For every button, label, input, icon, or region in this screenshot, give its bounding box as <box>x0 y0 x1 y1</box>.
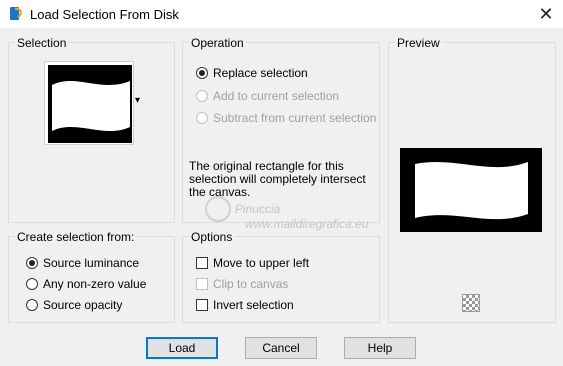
invert-selection-label: Invert selection <box>213 298 294 312</box>
move-to-upper-left-checkbox[interactable]: Move to upper left <box>196 256 309 270</box>
checkbox-box <box>196 278 208 290</box>
operation-group-label: Operation <box>189 36 246 50</box>
selection-thumbnail-image <box>48 65 132 143</box>
checkbox-box <box>196 299 208 311</box>
help-button[interactable]: Help <box>344 337 416 359</box>
any-non-zero-value-label: Any non-zero value <box>43 277 147 291</box>
close-icon[interactable]: ✕ <box>532 2 560 26</box>
radio-dot <box>26 278 38 290</box>
watermark-logo-icon <box>205 196 231 222</box>
source-opacity-label: Source opacity <box>43 298 123 312</box>
subtract-from-selection-radio[interactable]: Subtract from current selection <box>196 111 376 125</box>
clip-to-canvas-checkbox[interactable]: Clip to canvas <box>196 277 288 291</box>
create-selection-group-label: Create selection from: <box>15 230 137 244</box>
radio-dot <box>196 90 208 102</box>
any-non-zero-value-radio[interactable]: Any non-zero value <box>26 277 146 291</box>
title-bar: Load Selection From Disk ✕ <box>0 0 563 28</box>
source-luminance-label: Source luminance <box>43 256 140 270</box>
radio-dot <box>196 67 208 79</box>
add-to-selection-label: Add to current selection <box>213 89 340 103</box>
radio-dot <box>26 257 38 269</box>
replace-selection-label: Replace selection <box>213 66 308 80</box>
source-opacity-radio[interactable]: Source opacity <box>26 298 122 312</box>
add-to-selection-radio[interactable]: Add to current selection <box>196 89 339 103</box>
cancel-button[interactable]: Cancel <box>245 337 317 359</box>
app-icon <box>10 7 22 20</box>
preview-group-label: Preview <box>395 36 442 50</box>
window-title: Load Selection From Disk <box>30 7 179 22</box>
replace-selection-radio[interactable]: Replace selection <box>196 66 308 80</box>
invert-selection-checkbox[interactable]: Invert selection <box>196 298 294 312</box>
selection-thumbnail[interactable] <box>44 61 134 145</box>
operation-note: The original rectangle for this selectio… <box>189 159 366 199</box>
radio-dot <box>26 299 38 311</box>
selection-group-label: Selection <box>15 36 69 50</box>
options-group-label: Options <box>189 230 235 244</box>
checkbox-box <box>196 257 208 269</box>
watermark-url: www.maildiregrafica.eu <box>245 217 369 231</box>
load-button[interactable]: Load <box>146 337 218 359</box>
subtract-from-selection-label: Subtract from current selection <box>213 111 377 125</box>
clip-to-canvas-label: Clip to canvas <box>213 277 289 291</box>
source-luminance-radio[interactable]: Source luminance <box>26 256 139 270</box>
transparency-toggle-icon[interactable] <box>462 294 480 312</box>
watermark-name: Pinuccia <box>235 202 281 216</box>
selection-dropdown-icon[interactable]: ▾ <box>135 95 140 106</box>
preview-image <box>400 148 542 232</box>
move-to-upper-left-label: Move to upper left <box>213 256 310 270</box>
radio-dot <box>196 112 208 124</box>
